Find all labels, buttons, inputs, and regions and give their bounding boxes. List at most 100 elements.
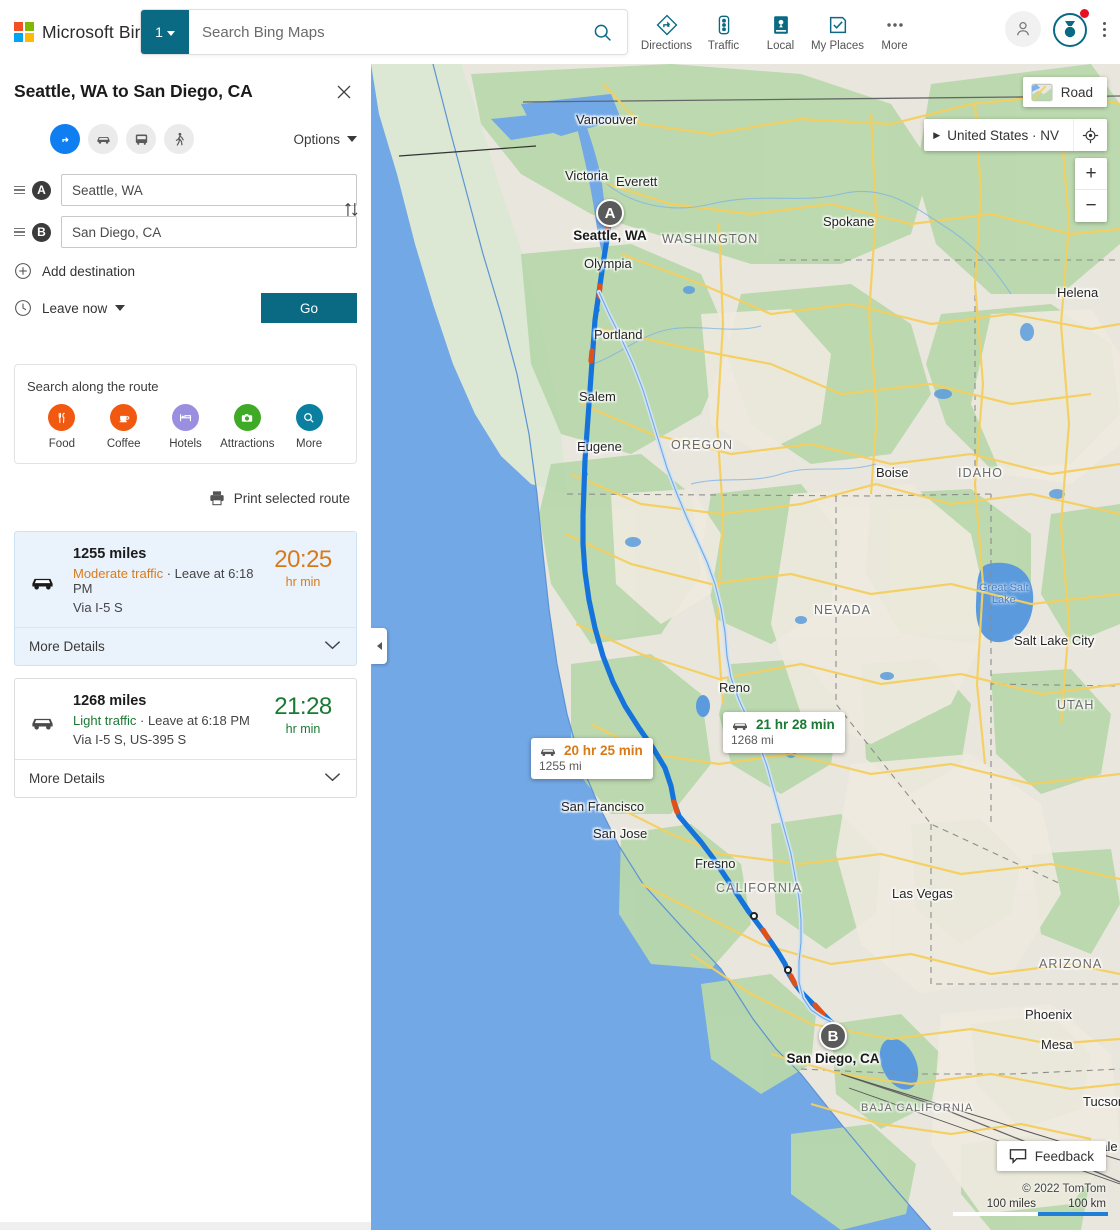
nav-more[interactable]: More <box>866 6 923 52</box>
bing-logo[interactable]: Microsoft Bing <box>14 22 154 43</box>
close-panel-button[interactable] <box>331 81 357 108</box>
plus-circle-icon <box>14 262 32 280</box>
map-state-idaho: IDAHO <box>958 466 1004 480</box>
search-submit-button[interactable] <box>577 10 627 54</box>
map-city-san-francisco: San Francisco <box>561 799 645 814</box>
map-state-utah: UTAH <box>1057 698 1095 712</box>
route-option-1[interactable]: 1255 miles Moderate traffic · Leave at 6… <box>14 531 357 666</box>
print-route-button[interactable]: Print selected route <box>0 489 350 507</box>
directions-icon <box>656 12 678 36</box>
map-location-bar[interactable]: ▶ United States · NV <box>924 119 1107 151</box>
locate-me-button[interactable] <box>1073 119 1107 151</box>
swap-waypoints-button[interactable] <box>339 196 363 222</box>
salr-label-more: More <box>295 438 323 450</box>
drag-handle-icon[interactable] <box>14 185 27 195</box>
map-city-las-vegas: Las Vegas <box>892 886 953 901</box>
route-option-2-duration: 21:28 hr min <box>264 693 342 747</box>
route-tooltip-1[interactable]: 20 hr 25 min 1255 mi <box>531 738 653 779</box>
map-city-victoria: Victoria <box>565 168 609 183</box>
account-button[interactable] <box>1005 11 1041 47</box>
route-traffic-line: Moderate traffic · Leave at 6:18 PM <box>73 566 264 596</box>
route-option-2[interactable]: 1268 miles Light traffic · Leave at 6:18… <box>14 678 357 798</box>
route-tooltip-2[interactable]: 21 hr 28 min 1268 mi <box>723 712 845 753</box>
route-option-1-duration: 20:25 hr min <box>264 546 342 615</box>
route-option-2-more-details[interactable]: More Details <box>15 759 356 797</box>
route-duration-unit: hr min <box>285 722 321 737</box>
route-option-1-more-details[interactable]: More Details <box>15 627 356 665</box>
route-distance: 1268 miles <box>73 693 147 709</box>
map-style-button[interactable]: Road <box>1022 77 1107 107</box>
route-tooltip-2-distance: 1268 mi <box>731 733 774 747</box>
waypoint-row-a: A <box>14 174 357 206</box>
destination-input[interactable] <box>61 216 357 248</box>
travel-mode-selector: Options <box>0 124 371 154</box>
fork-knife-icon <box>48 404 76 431</box>
map-city-san-jose: San Jose <box>593 826 648 841</box>
route-duration: 20:25 <box>274 546 332 573</box>
map-pin-b[interactable]: B San Diego, CA <box>786 1022 880 1066</box>
add-destination-row[interactable]: Add destination <box>0 262 371 280</box>
go-button[interactable]: Go <box>261 293 357 323</box>
nav-traffic-label: Traffic <box>707 40 740 52</box>
nav-directions[interactable]: Directions <box>638 6 695 52</box>
feedback-label: Feedback <box>1034 1148 1094 1164</box>
options-dropdown[interactable]: Options <box>293 132 357 147</box>
bed-icon <box>171 404 199 431</box>
nav-local-label: Local <box>766 40 795 52</box>
route-tooltip-2-time-row: 21 hr 28 min <box>731 717 835 732</box>
drag-handle-icon[interactable] <box>14 227 27 237</box>
search-input[interactable] <box>189 10 577 54</box>
map-city-phoenix: Phoenix <box>1025 1007 1072 1022</box>
feedback-button[interactable]: Feedback <box>996 1141 1106 1171</box>
rewards-button[interactable] <box>1051 9 1089 48</box>
map-pin-a-badge: A <box>596 199 624 227</box>
car-icon <box>29 546 73 615</box>
right-triangle-icon[interactable]: ▶ <box>924 130 947 141</box>
nav-traffic[interactable]: Traffic <box>695 6 752 52</box>
nav-my-places[interactable]: My Places <box>809 6 866 52</box>
speech-bubble-icon <box>1009 1149 1026 1164</box>
waypoint-badge-a: A <box>32 180 51 200</box>
collapse-panel-button[interactable] <box>371 628 387 664</box>
salr-item-coffee[interactable]: Coffee <box>93 404 155 450</box>
mode-transit[interactable] <box>126 124 156 154</box>
search-scope-dropdown[interactable]: 1 <box>141 10 189 54</box>
map-pin-a[interactable]: A Seattle, WA <box>573 199 647 243</box>
scale-km-bar <box>1038 1212 1108 1216</box>
header-nav: Directions Traffic Local My Places More <box>638 6 923 52</box>
map-city-portland: Portland <box>594 327 643 342</box>
panel-bottom-strip <box>0 1222 371 1230</box>
waypoint-row-b: B <box>14 216 357 248</box>
zoom-out-button[interactable]: − <box>1075 190 1107 222</box>
mode-car[interactable] <box>88 124 118 154</box>
search-box: 1 <box>141 10 627 54</box>
scale-miles-label: 100 miles <box>986 1198 1036 1210</box>
leave-now-label[interactable]: Leave now <box>42 301 107 316</box>
map-city-reno: Reno <box>719 680 751 695</box>
salr-item-more[interactable]: More <box>278 404 340 450</box>
map-state-nevada: NEVADA <box>814 603 872 617</box>
salr-item-attractions[interactable]: Attractions <box>216 404 278 450</box>
route-tooltip-1-time: 20 hr 25 min <box>564 743 643 758</box>
map-pin-b-badge: B <box>819 1022 847 1050</box>
zoom-in-button[interactable]: + <box>1075 158 1107 190</box>
nav-local[interactable]: Local <box>752 6 809 52</box>
local-pin-book-icon <box>770 12 792 36</box>
map-state-california: CALIFORNIA <box>716 881 803 895</box>
map-canvas[interactable]: Vancouver Victoria Everett Olympia Spoka… <box>371 64 1120 1230</box>
mode-walking[interactable] <box>164 124 194 154</box>
more-details-label: More Details <box>29 771 105 786</box>
notification-dot <box>1080 9 1089 18</box>
overflow-menu-button[interactable] <box>1099 16 1110 43</box>
route-tooltip-1-distance: 1255 mi <box>539 759 582 773</box>
map-city-salt-lake-city: Salt Lake City <box>1014 633 1095 648</box>
waypoint-badge-b: B <box>32 222 51 242</box>
nav-my-places-label: My Places <box>810 40 865 52</box>
origin-input[interactable] <box>61 174 357 206</box>
mode-driving-directions[interactable] <box>50 124 80 154</box>
salr-item-food[interactable]: Food <box>31 404 93 450</box>
scale-km-label: 100 km <box>1068 1198 1106 1210</box>
salr-item-hotels[interactable]: Hotels <box>155 404 217 450</box>
chevron-down-icon[interactable] <box>115 305 126 311</box>
route-duration: 21:28 <box>274 693 332 720</box>
